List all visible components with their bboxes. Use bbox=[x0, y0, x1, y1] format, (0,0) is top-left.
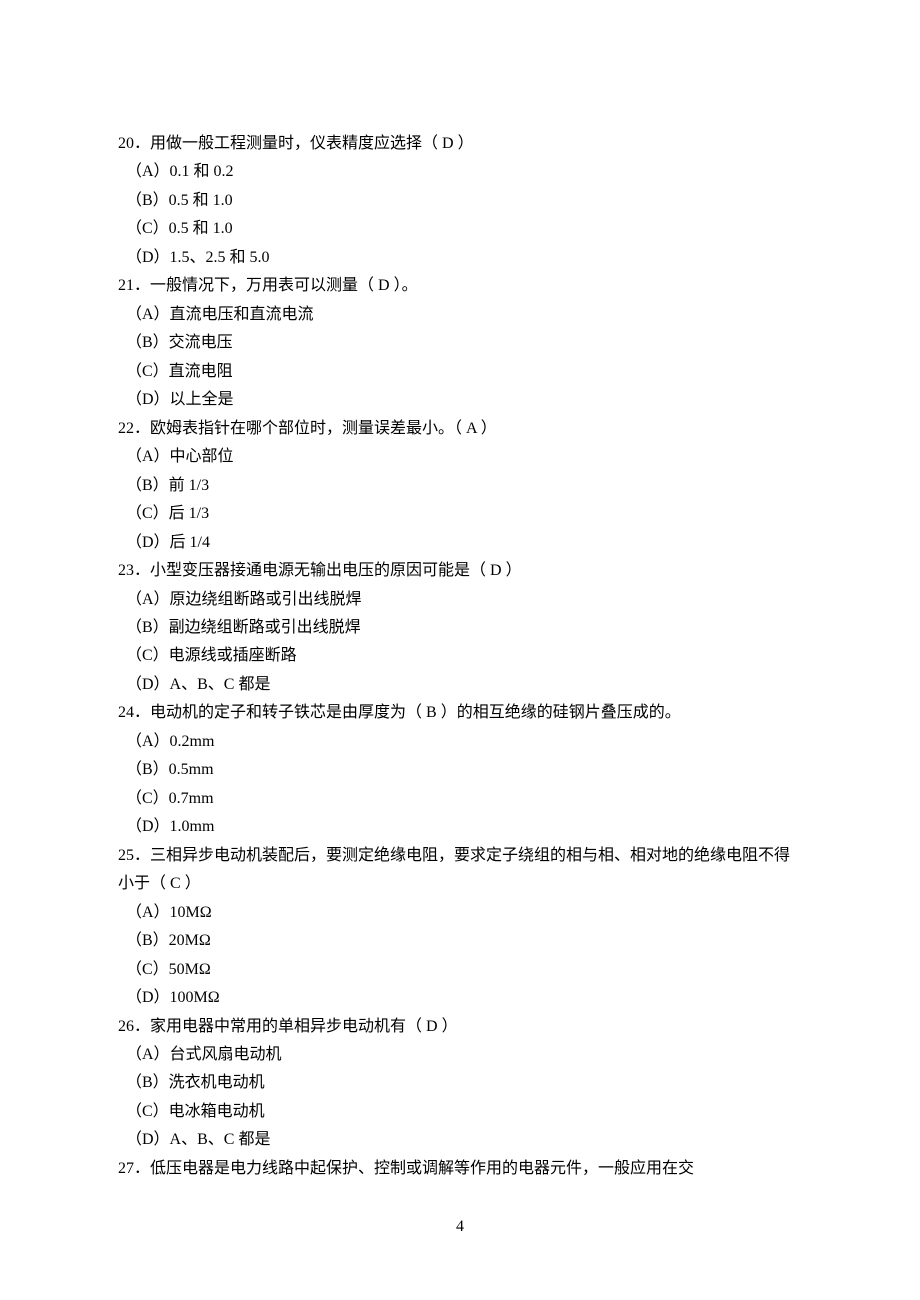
stem-suffix: ） bbox=[442, 1018, 458, 1035]
option-d: （D）A、B、C 都是 bbox=[118, 671, 802, 699]
option-b: （B）前 1/3 bbox=[118, 472, 802, 500]
option-c: （C）电冰箱电动机 bbox=[118, 1098, 802, 1126]
stem-text: 欧姆表指针在哪个部位时，测量误差最小。（ bbox=[150, 420, 466, 437]
question-23-stem: 23．小型变压器接通电源无输出电压的原因可能是（ D ） bbox=[118, 557, 802, 585]
option-b: （B）0.5mm bbox=[118, 756, 802, 784]
option-a: （A）台式风扇电动机 bbox=[118, 1041, 802, 1069]
option-b: （B）副边绕组断路或引出线脱焊 bbox=[118, 614, 802, 642]
stem-suffix: ） bbox=[458, 135, 474, 152]
stem-suffix: ）的相互绝缘的硅钢片叠压成的。 bbox=[441, 704, 681, 721]
stem-text: 家用电器中常用的单相异步电动机有（ bbox=[150, 1018, 426, 1035]
question-25-stem: 25．三相异步电动机装配后，要测定绝缘电阻，要求定子绕组的相与相、相对地的绝缘电… bbox=[118, 842, 802, 899]
question-number: 25． bbox=[118, 847, 150, 864]
question-number: 20． bbox=[118, 135, 150, 152]
stem-suffix: ） bbox=[506, 562, 522, 579]
option-d: （D）1.0mm bbox=[118, 813, 802, 841]
question-21-stem: 21．一般情况下，万用表可以测量（ D ）。 bbox=[118, 272, 802, 300]
question-number: 24． bbox=[118, 704, 150, 721]
answer-blank: D bbox=[374, 277, 394, 294]
option-a: （A）10MΩ bbox=[118, 899, 802, 927]
question-20-stem: 20．用做一般工程测量时，仪表精度应选择（ D ） bbox=[118, 130, 802, 158]
option-b: （B）交流电压 bbox=[118, 329, 802, 357]
question-number: 21． bbox=[118, 277, 150, 294]
question-number: 26． bbox=[118, 1018, 150, 1035]
page-number: 4 bbox=[0, 1218, 920, 1236]
question-number: 23． bbox=[118, 562, 150, 579]
stem-text: 三相异步电动机装配后，要测定绝缘电阻，要求定子绕组的相与相、相对地的绝缘电阻不得… bbox=[118, 847, 790, 892]
page-content: 20．用做一般工程测量时，仪表精度应选择（ D ） （A）0.1 和 0.2 （… bbox=[0, 0, 920, 1183]
option-a: （A）直流电压和直流电流 bbox=[118, 301, 802, 329]
option-a: （A）中心部位 bbox=[118, 443, 802, 471]
answer-blank: B bbox=[426, 704, 441, 721]
question-22-stem: 22．欧姆表指针在哪个部位时，测量误差最小。（ A ） bbox=[118, 415, 802, 443]
page-container: 20．用做一般工程测量时，仪表精度应选择（ D ） （A）0.1 和 0.2 （… bbox=[0, 0, 920, 1300]
option-a: （A）0.2mm bbox=[118, 728, 802, 756]
question-number: 27． bbox=[118, 1160, 150, 1177]
option-c: （C）直流电阻 bbox=[118, 358, 802, 386]
option-d: （D）后 1/4 bbox=[118, 529, 802, 557]
question-27-stem: 27．低压电器是电力线路中起保护、控制或调解等作用的电器元件，一般应用在交 bbox=[118, 1155, 802, 1183]
option-d: （D）以上全是 bbox=[118, 386, 802, 414]
option-c: （C）50MΩ bbox=[118, 956, 802, 984]
option-d: （D）100MΩ bbox=[118, 984, 802, 1012]
question-24-stem: 24．电动机的定子和转子铁芯是由厚度为（ B ）的相互绝缘的硅钢片叠压成的。 bbox=[118, 699, 802, 727]
option-a: （A）原边绕组断路或引出线脱焊 bbox=[118, 586, 802, 614]
answer-blank: D bbox=[426, 1018, 442, 1035]
option-c: （C）0.7mm bbox=[118, 785, 802, 813]
stem-text: 用做一般工程测量时，仪表精度应选择（ bbox=[150, 135, 438, 152]
stem-suffix: ） bbox=[481, 420, 497, 437]
question-26-stem: 26．家用电器中常用的单相异步电动机有（ D ） bbox=[118, 1013, 802, 1041]
option-c: （C）电源线或插座断路 bbox=[118, 642, 802, 670]
option-c: （C）0.5 和 1.0 bbox=[118, 215, 802, 243]
option-a: （A）0.1 和 0.2 bbox=[118, 158, 802, 186]
answer-blank: C bbox=[166, 875, 185, 892]
answer-blank: D bbox=[438, 135, 458, 152]
option-d: （D）A、B、C 都是 bbox=[118, 1126, 802, 1154]
option-b: （B）0.5 和 1.0 bbox=[118, 187, 802, 215]
stem-text: 低压电器是电力线路中起保护、控制或调解等作用的电器元件，一般应用在交 bbox=[150, 1160, 694, 1177]
stem-suffix: ） bbox=[185, 875, 201, 892]
stem-text: 一般情况下，万用表可以测量（ bbox=[150, 277, 374, 294]
stem-text: 小型变压器接通电源无输出电压的原因可能是（ bbox=[150, 562, 490, 579]
answer-blank: D bbox=[490, 562, 506, 579]
option-b: （B）洗衣机电动机 bbox=[118, 1069, 802, 1097]
stem-suffix: ）。 bbox=[394, 277, 418, 294]
option-c: （C）后 1/3 bbox=[118, 500, 802, 528]
answer-blank: A bbox=[466, 420, 481, 437]
option-d: （D）1.5、2.5 和 5.0 bbox=[118, 244, 802, 272]
question-number: 22． bbox=[118, 420, 150, 437]
stem-text: 电动机的定子和转子铁芯是由厚度为（ bbox=[150, 704, 426, 721]
option-b: （B）20MΩ bbox=[118, 927, 802, 955]
